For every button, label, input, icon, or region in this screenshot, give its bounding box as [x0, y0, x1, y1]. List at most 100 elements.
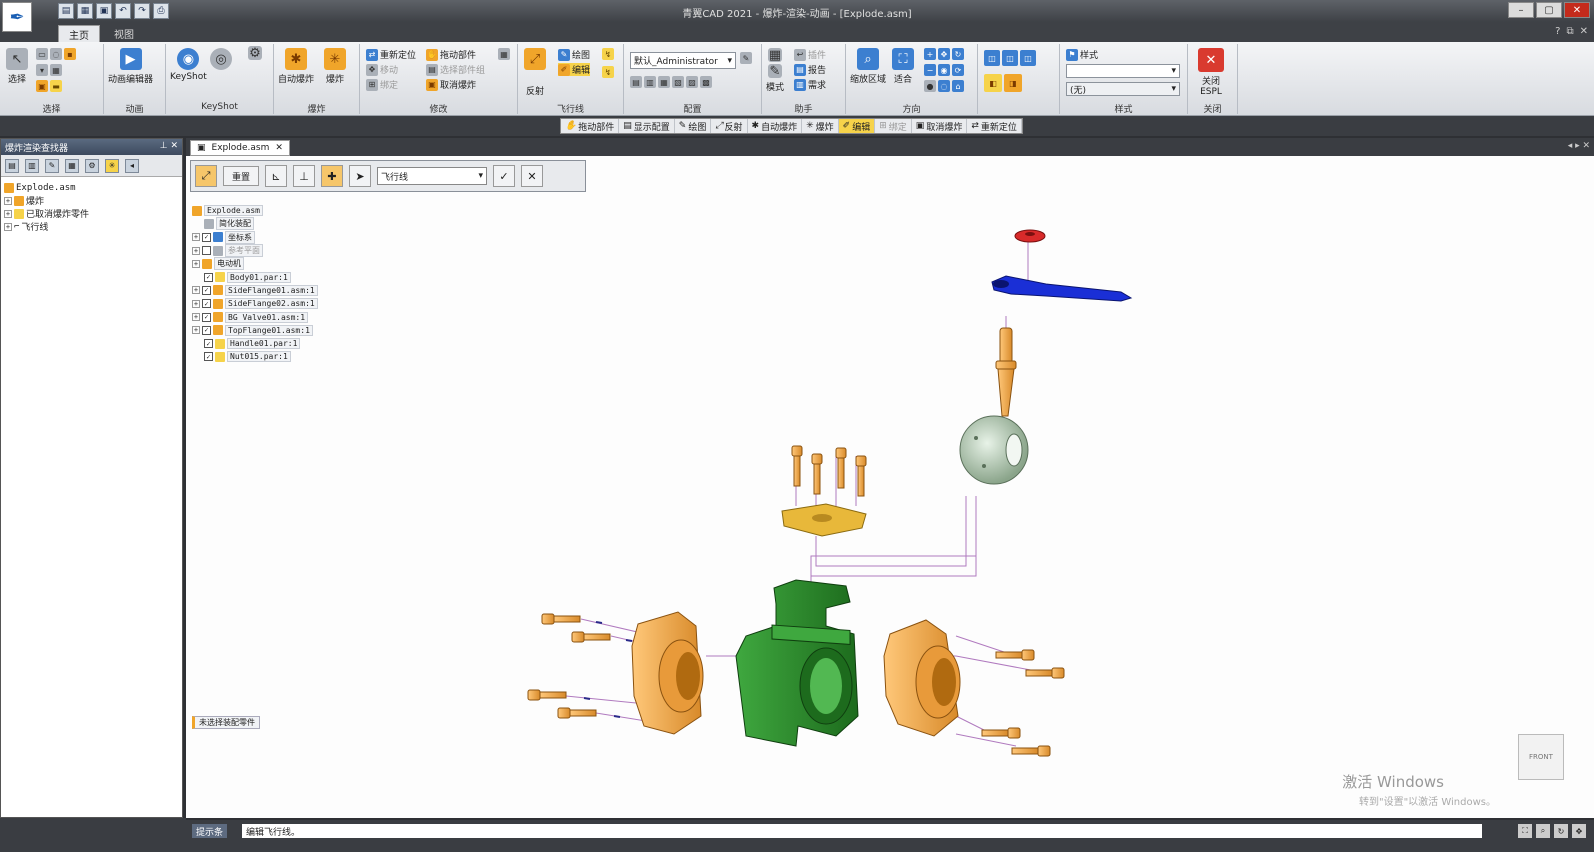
- tree-item[interactable]: ✓ Handle01.par:1: [192, 337, 318, 350]
- visibility-checkbox[interactable]: ✓: [202, 312, 211, 322]
- visibility-checkbox[interactable]: ✓: [202, 299, 211, 309]
- view-tools-3[interactable]: ● ◌ ⌂: [924, 80, 964, 92]
- help-icon[interactable]: ?: [1555, 26, 1560, 37]
- valve-body-part[interactable]: [735, 579, 859, 747]
- need-button[interactable]: ▥ 需求: [794, 78, 826, 91]
- view-cube[interactable]: FRONT: [1518, 734, 1564, 780]
- ball-part[interactable]: [959, 415, 1029, 485]
- explode-button[interactable]: ✳ 爆炸: [324, 48, 346, 85]
- cmd-edit[interactable]: ✐ 编辑: [838, 119, 876, 133]
- visibility-checkbox[interactable]: ✓: [202, 232, 211, 242]
- keyshot-button[interactable]: ◉ KeyShot: [170, 48, 207, 82]
- nut-part[interactable]: [1014, 229, 1046, 243]
- select-opt-2[interactable]: ▾ ▦: [36, 64, 62, 76]
- tree-item[interactable]: ✓ Nut015.par:1: [192, 350, 318, 363]
- minimize-button[interactable]: –: [1508, 2, 1534, 18]
- fit-icon[interactable]: ⛶: [1518, 824, 1532, 838]
- expand-icon[interactable]: +: [192, 326, 200, 335]
- tree-item[interactable]: + ✓ SideFlange01.asm:1: [192, 284, 318, 297]
- config-tools[interactable]: ▤ ▥ ▦ ▧ ▨ ▩: [630, 76, 712, 88]
- tree-item[interactable]: + ✓ SideFlange02.asm:1: [192, 297, 318, 310]
- auto-explode-button[interactable]: ✱ 自动爆炸: [278, 48, 314, 85]
- view-tools-1[interactable]: + ✥ ↻: [924, 48, 964, 60]
- layer-icon[interactable]: ▥: [25, 158, 39, 173]
- point-edit-icon[interactable]: ✚: [321, 165, 344, 187]
- cmd-unexplode[interactable]: ▣ 取消爆炸: [912, 119, 968, 133]
- tree-item[interactable]: Explode.asm: [192, 204, 318, 217]
- unexplode-button[interactable]: ▣ 取消爆炸: [426, 78, 476, 91]
- style-dropdown-empty[interactable]: ▾: [1066, 64, 1180, 78]
- tab-scroll-arrows[interactable]: ◂ ▸ ✕: [1568, 141, 1590, 151]
- tree-icon[interactable]: ▤: [5, 158, 19, 173]
- keyshot-render-button[interactable]: ◎: [210, 48, 232, 72]
- pan-icon[interactable]: ✥: [1572, 824, 1586, 838]
- config-dropdown[interactable]: 默认_Administrator ▾: [630, 52, 736, 69]
- keyshot-settings-button[interactable]: ⚙: [248, 46, 262, 62]
- cmd-explode[interactable]: ✳ 爆炸: [802, 119, 839, 133]
- mode-button[interactable]: ▦ ✎ 模式: [766, 48, 784, 94]
- reflect-button[interactable]: ⤢ 反射: [524, 48, 546, 97]
- close-explode-button[interactable]: ✕ 关闭 ESPL: [1196, 48, 1226, 97]
- tab-view[interactable]: 视图: [104, 25, 144, 42]
- tree-item[interactable]: + 电动机: [192, 257, 318, 271]
- feather-icon[interactable]: ✒: [2, 2, 32, 32]
- expand-icon[interactable]: +: [192, 313, 200, 322]
- edit-path-icon[interactable]: ⤢: [195, 165, 217, 187]
- restore-icon[interactable]: ⧉: [1566, 26, 1573, 37]
- flowline-opt1[interactable]: ↯: [602, 48, 614, 60]
- move-button[interactable]: ✥ 移动: [366, 63, 398, 76]
- expand-icon[interactable]: +: [192, 259, 200, 268]
- expand-icon[interactable]: +: [192, 299, 200, 308]
- maximize-button[interactable]: ▢: [1536, 2, 1562, 18]
- expand-icon[interactable]: +: [192, 246, 200, 255]
- handle-part[interactable]: [991, 275, 1133, 302]
- pin-icon[interactable]: ⊥: [160, 141, 168, 151]
- tree-item[interactable]: + ✓ BG Valve01.asm:1: [192, 310, 318, 323]
- align-icon[interactable]: ⊥: [293, 165, 316, 187]
- top-bolts[interactable]: [791, 445, 867, 497]
- right-flange-part[interactable]: [883, 619, 961, 737]
- explode-tree-icon[interactable]: ✳: [105, 158, 119, 173]
- select-opt-1[interactable]: ▭ ◌ ▪: [36, 48, 76, 60]
- zoom-area-button[interactable]: ⌕ 缩放区域: [850, 48, 886, 85]
- tree-item[interactable]: + ✓ 坐标系: [192, 230, 318, 244]
- filter-button[interactable]: 未选择装配零件: [192, 716, 260, 729]
- tree-item[interactable]: + 爆炸: [4, 194, 179, 207]
- expand-icon[interactable]: +: [4, 222, 12, 231]
- cmd-reposition[interactable]: ⇄ 重新定位: [967, 119, 1022, 133]
- left-flange-part[interactable]: [631, 611, 704, 735]
- flowline-opt2[interactable]: ↯: [602, 66, 614, 78]
- cmd-reflect[interactable]: ⤢ 反射: [711, 119, 748, 133]
- cmd-bind[interactable]: ⊞ 绑定: [875, 119, 912, 133]
- zoom-icon[interactable]: ⌕: [1536, 824, 1550, 838]
- expand-icon[interactable]: +: [192, 233, 200, 242]
- tree-item[interactable]: + ✓ TopFlange01.asm:1: [192, 324, 318, 337]
- flowline-draw-button[interactable]: ✎ 绘图: [558, 48, 590, 61]
- bind-button[interactable]: ⊞ 绑定: [366, 78, 398, 91]
- tree-item[interactable]: + 参考平面: [192, 244, 318, 258]
- plugin-button[interactable]: ↩ 插件: [794, 48, 826, 61]
- tree-item[interactable]: 简化装配: [192, 217, 318, 231]
- visibility-checkbox[interactable]: ✓: [204, 339, 213, 349]
- tree-item[interactable]: Explode.asm: [4, 181, 179, 194]
- axis-icon[interactable]: ⊾: [265, 165, 288, 187]
- top-flange-part[interactable]: [781, 503, 867, 537]
- animation-editor-button[interactable]: ▶ 动画编辑器: [108, 48, 153, 85]
- valve-stem-part[interactable]: [995, 327, 1017, 417]
- flowline-type-dropdown[interactable]: 飞行线 ▾: [377, 167, 488, 185]
- report-button[interactable]: ▤ 报告: [794, 63, 826, 76]
- visibility-checkbox[interactable]: ✓: [202, 325, 211, 335]
- close-icon[interactable]: ✕: [275, 143, 283, 153]
- tool-icon[interactable]: ✎: [45, 158, 59, 173]
- visibility-checkbox[interactable]: [202, 246, 211, 256]
- select-group-button[interactable]: ▤ 选择部件组: [426, 63, 485, 76]
- view-cubes-1[interactable]: ◫ ◫ ◫: [984, 50, 1036, 66]
- select-opt-3[interactable]: ▣ ▬: [36, 80, 62, 92]
- cmd-auto-explode[interactable]: ✱ 自动爆炸: [748, 119, 803, 133]
- reposition-button[interactable]: ⇄ 重新定位: [366, 48, 416, 61]
- cmd-draw[interactable]: ✎ 绘图: [675, 119, 712, 133]
- close-icon[interactable]: ✕: [170, 141, 178, 151]
- document-tab[interactable]: ▣ Explode.asm ✕: [190, 140, 290, 156]
- accept-button[interactable]: ✓: [493, 165, 516, 187]
- prev-icon[interactable]: ◂: [125, 158, 139, 173]
